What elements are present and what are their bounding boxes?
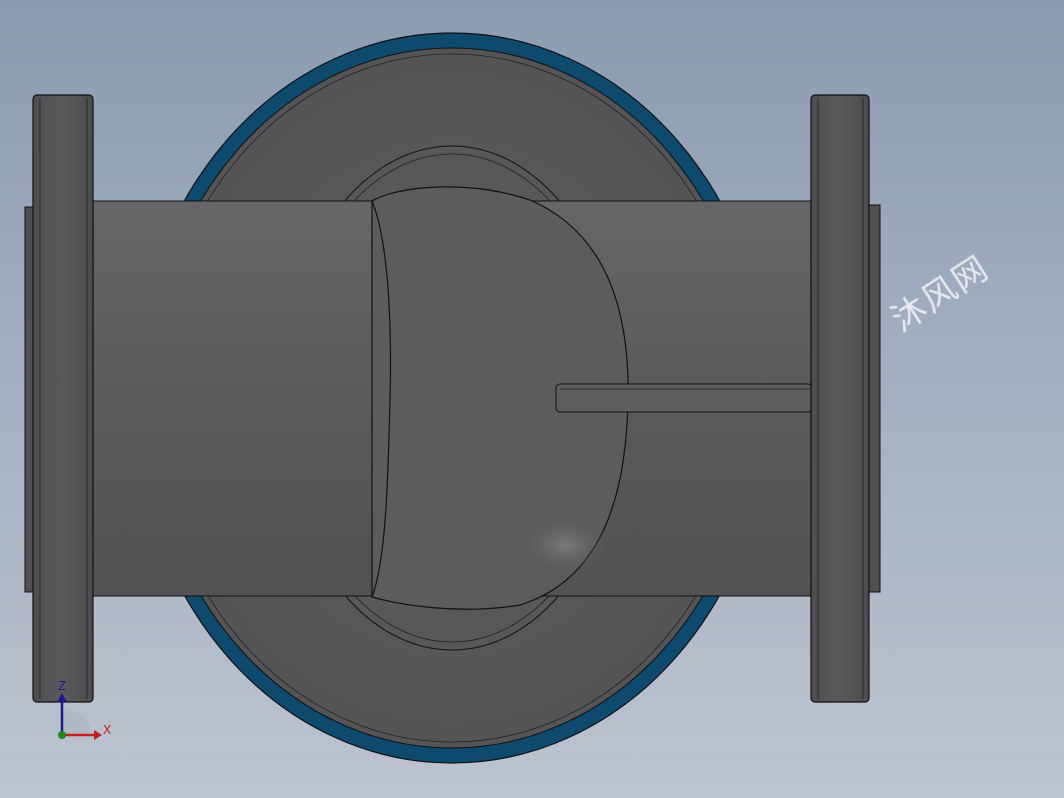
left-flange (32, 94, 94, 703)
graphics-viewport[interactable]: Z X 沐风网 (0, 0, 1064, 798)
triad-z-label: Z (58, 679, 66, 693)
triad-x-arrow (94, 730, 102, 740)
valve-stem (555, 383, 813, 413)
triad-plane-indicator (62, 707, 92, 735)
right-flange (810, 94, 870, 703)
model-view[interactable]: Z X (0, 0, 1064, 798)
valve-dome-highlight (520, 517, 610, 573)
triad-x-label: X (103, 723, 111, 737)
triad-origin (58, 731, 66, 739)
